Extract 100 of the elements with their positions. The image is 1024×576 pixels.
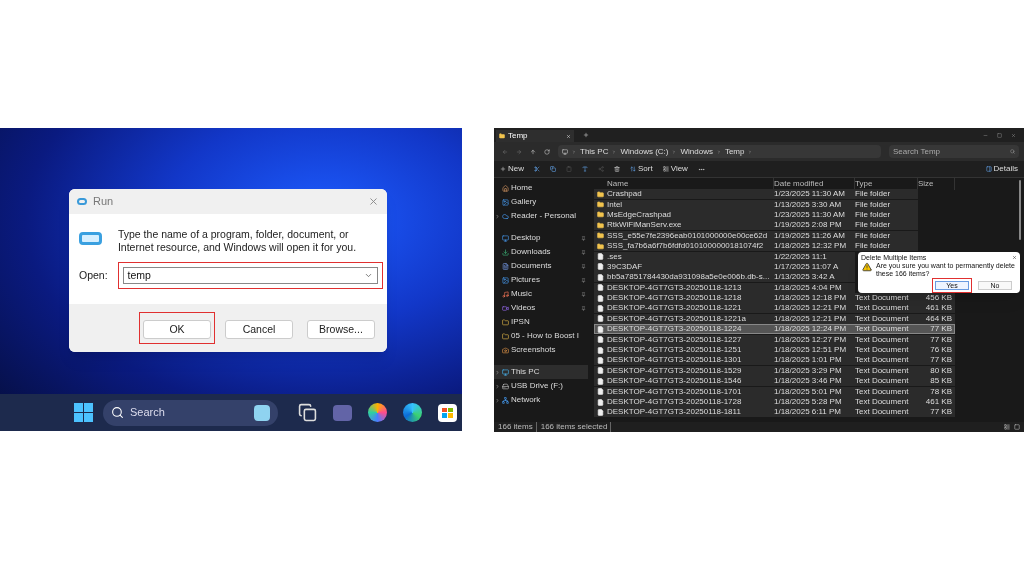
file-type: File folder xyxy=(855,209,892,220)
file-row[interactable]: DESKTOP-4GT7GT3-20250118-1301 1/18/2025 1:01 PM Text Document 77 KB xyxy=(594,355,955,366)
close-icon[interactable] xyxy=(1011,132,1016,138)
nav-item[interactable]: Videos xyxy=(494,301,588,315)
document-icon xyxy=(597,325,604,333)
pin-icon xyxy=(581,249,586,255)
maximize-icon[interactable] xyxy=(997,132,1002,138)
search-field[interactable]: Search Temp xyxy=(889,145,1019,158)
file-row[interactable]: 39C3DAF 1/17/2025 11:07 A xyxy=(594,261,855,272)
file-row[interactable]: DESKTOP-4GT7GT3-20250118-1529 1/18/2025 3:29 PM Text Document 80 KB xyxy=(594,365,955,376)
expand-icon[interactable] xyxy=(495,383,500,389)
expand-icon[interactable] xyxy=(495,397,500,403)
file-row[interactable]: MsEdgeCrashpad 1/23/2025 11:30 AM File folder xyxy=(594,209,918,220)
nav-icon xyxy=(502,290,509,298)
close-icon[interactable] xyxy=(368,196,379,207)
file-row[interactable]: DESKTOP-4GT7GT3-20250118-1221 1/18/2025 12:21 PM Text Document 461 KB xyxy=(594,303,955,314)
tiles-view-icon[interactable] xyxy=(1014,424,1020,430)
forward-icon[interactable] xyxy=(516,148,522,155)
share-icon[interactable] xyxy=(598,166,604,172)
view-button[interactable]: View xyxy=(662,163,688,175)
breadcrumb-item[interactable]: Temp xyxy=(724,145,745,158)
date-modified: 1/23/2025 11:30 AM xyxy=(774,189,847,200)
file-row[interactable]: bb5a7851784430da931098a5e0e006b.db-s... 1/13/2025 3:42 A xyxy=(594,272,855,283)
nav-item[interactable]: Desktop xyxy=(494,231,588,245)
new-tab-icon[interactable] xyxy=(583,132,589,138)
file-row[interactable]: DESKTOP-4GT7GT3-20250118-1224 1/18/2025 12:24 PM Text Document 77 KB xyxy=(594,324,955,335)
expand-icon[interactable] xyxy=(495,213,500,219)
task-view-icon[interactable] xyxy=(298,403,317,422)
nav-item[interactable]: Reader - Personal xyxy=(494,209,588,223)
file-row[interactable]: DESKTOP-4GT7GT3-20250118-1227 1/18/2025 12:27 PM Text Document 77 KB xyxy=(594,334,955,345)
nav-item[interactable]: Screenshots xyxy=(494,343,588,357)
new-button[interactable]: New xyxy=(500,163,524,175)
dialog-button[interactable]: OK xyxy=(143,320,211,340)
nav-icon xyxy=(502,382,509,390)
breadcrumb-item[interactable]: This PC xyxy=(580,145,609,158)
dropdown-icon[interactable] xyxy=(363,271,373,280)
nav-item[interactable]: IPSN xyxy=(494,315,588,329)
address-bar[interactable]: This PC Windows (C:) Windows Temp xyxy=(558,145,881,158)
back-icon[interactable] xyxy=(502,148,508,155)
breadcrumb-item[interactable]: Windows (C:) xyxy=(620,145,669,158)
details-button[interactable]: Details xyxy=(985,163,1018,175)
copy-icon[interactable] xyxy=(550,166,556,172)
nav-item[interactable]: Downloads xyxy=(494,245,588,259)
file-row[interactable]: Intel 1/13/2025 3:30 AM File folder xyxy=(594,199,918,210)
open-input-field[interactable]: temp xyxy=(122,267,378,284)
file-row[interactable]: DESKTOP-4GT7GT3-20250118-1251 1/18/2025 12:51 PM Text Document 76 KB xyxy=(594,345,955,356)
nav-item[interactable]: Network xyxy=(494,393,588,407)
nav-item[interactable]: Documents xyxy=(494,259,588,273)
run-icon xyxy=(79,232,102,245)
file-row[interactable]: DESKTOP-4GT7GT3-20250118-1811 1/18/2025 6:11 PM Text Document 77 KB xyxy=(594,407,955,418)
file-type: File folder xyxy=(855,199,892,210)
close-icon[interactable] xyxy=(1012,254,1017,260)
column-header[interactable]: Size xyxy=(918,177,955,190)
window-tab[interactable]: Temp xyxy=(496,130,574,142)
file-row[interactable]: DESKTOP-4GT7GT3-20250118-1546 1/18/2025 3:46 PM Text Document 85 KB xyxy=(594,376,955,387)
file-size: 80 KB xyxy=(929,365,952,376)
file-name: Crashpad xyxy=(607,189,643,200)
cut-icon[interactable] xyxy=(534,166,540,172)
file-name: DESKTOP-4GT7GT3-20250118-1529 xyxy=(607,365,743,376)
taskbar-search-field[interactable]: Search xyxy=(103,399,278,426)
dialog-button[interactable]: Browse... xyxy=(307,320,375,340)
details-view-icon[interactable] xyxy=(1004,424,1010,430)
minimize-icon[interactable] xyxy=(983,132,988,138)
expand-icon[interactable] xyxy=(495,369,500,375)
document-icon xyxy=(597,336,604,344)
folder-icon xyxy=(597,242,604,250)
document-icon xyxy=(597,346,604,354)
nav-item[interactable]: Music xyxy=(494,287,588,301)
file-row[interactable]: DESKTOP-4GT7GT3-20250118-1213 1/18/2025 4:04 PM xyxy=(594,282,855,293)
date-modified: 1/18/2025 12:27 PM xyxy=(774,334,848,345)
dialog-button[interactable]: Cancel xyxy=(225,320,293,340)
date-modified: 1/22/2025 11:1 xyxy=(774,251,828,262)
file-row[interactable]: RtkWiFiManServ.exe 1/19/2025 2:08 PM File folder xyxy=(594,220,918,231)
start-icon[interactable] xyxy=(74,403,93,422)
up-icon[interactable] xyxy=(530,148,536,155)
scrollbar[interactable] xyxy=(1019,180,1021,240)
open-label: Open: xyxy=(79,267,108,283)
file-row[interactable]: SSS_fa7b6a6f7b6fdfd0101000000181074f2 1/18/2025 12:32 PM File folder xyxy=(594,241,918,252)
nav-item[interactable]: This PC xyxy=(494,365,588,379)
file-row[interactable]: Crashpad 1/23/2025 11:30 AM File folder xyxy=(594,189,918,200)
file-row[interactable]: .ses 1/22/2025 11:1 xyxy=(594,251,855,262)
file-type: Text Document xyxy=(855,386,910,397)
nav-item[interactable]: Pictures xyxy=(494,273,588,287)
rename-icon[interactable] xyxy=(582,166,588,172)
file-row[interactable]: DESKTOP-4GT7GT3-20250118-1701 1/18/2025 5:01 PM Text Document 78 KB xyxy=(594,386,955,397)
store-icon[interactable] xyxy=(438,403,457,422)
file-row[interactable]: DESKTOP-4GT7GT3-20250118-1218 1/18/2025 12:18 PM Text Document 456 KB xyxy=(594,293,955,304)
nav-item[interactable]: 05 - How to Boost I xyxy=(494,329,588,343)
nav-item[interactable]: Gallery xyxy=(494,195,588,209)
document-icon xyxy=(597,315,604,323)
file-row[interactable]: SSS_e55e7fe2396eab0101000000e00ce62d 1/19/2025 11:26 AM File folder xyxy=(594,230,918,241)
date-modified: 1/18/2025 3:46 PM xyxy=(774,376,843,387)
sort-button[interactable]: Sort xyxy=(630,163,653,175)
file-row[interactable]: DESKTOP-4GT7GT3-20250118-1221a 1/18/2025 12:21 PM Text Document 464 KB xyxy=(594,313,955,324)
nav-item[interactable]: USB Drive (F:) xyxy=(494,379,588,393)
delete-icon[interactable] xyxy=(614,166,620,172)
breadcrumb-item[interactable]: Windows xyxy=(680,145,713,158)
file-row[interactable]: DESKTOP-4GT7GT3-20250118-1728 1/18/2025 5:28 PM Text Document 461 KB xyxy=(594,397,955,407)
nav-item[interactable]: Home xyxy=(494,181,588,195)
refresh-icon[interactable] xyxy=(544,148,550,155)
